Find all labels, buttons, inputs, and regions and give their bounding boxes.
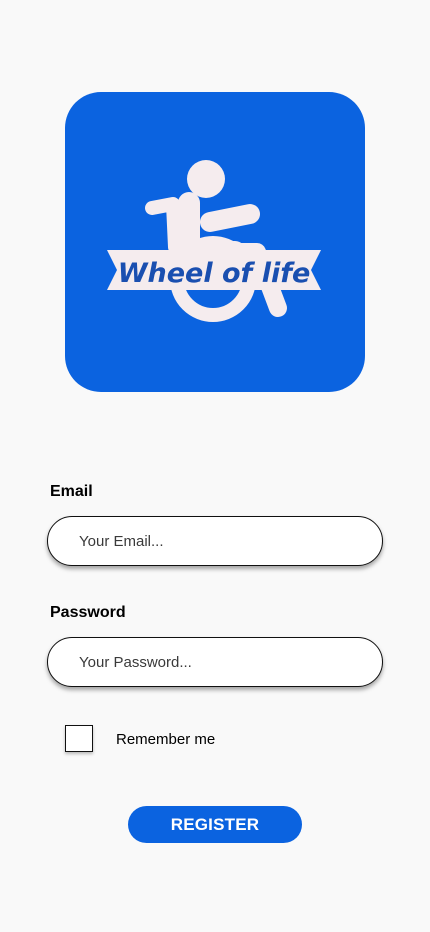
- logo-text: Wheel of life: [118, 258, 311, 289]
- wheelchair-icon: Wheel of life: [107, 160, 321, 322]
- password-label: Password: [50, 604, 126, 621]
- password-input[interactable]: [47, 637, 383, 687]
- register-button[interactable]: REGISTER: [128, 806, 302, 843]
- remember-me-checkbox[interactable]: [65, 725, 93, 752]
- email-label: Email: [50, 483, 93, 500]
- app-logo: Wheel of life: [65, 92, 365, 392]
- remember-me-label[interactable]: Remember me: [116, 731, 215, 748]
- email-input[interactable]: [47, 516, 383, 566]
